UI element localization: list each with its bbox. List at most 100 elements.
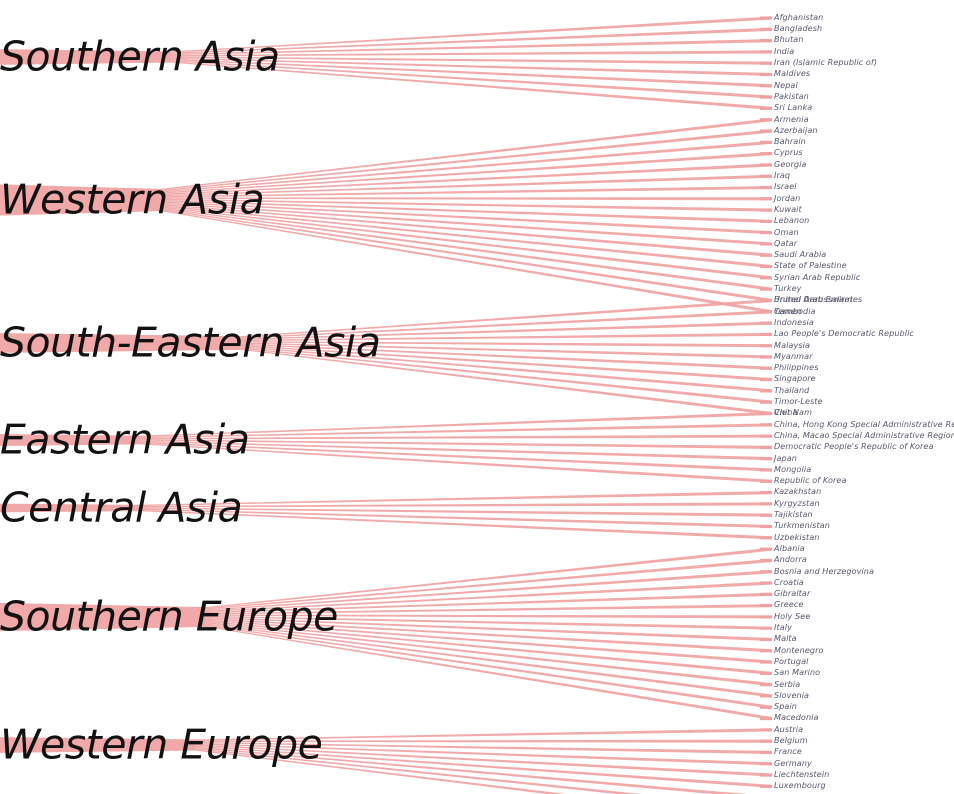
leaf-label: Albania [774,542,805,553]
leaf-tick-southern-europe-13 [760,694,772,698]
leaf-label: China, Macao Special Administrative Regi… [774,429,954,440]
region-label-central-asia: Central Asia [0,483,243,532]
leaf-label: Sri Lanka [774,102,813,113]
leaf-label: Timor-Leste [774,396,823,406]
leaf-tick-southern-europe-11 [760,671,772,675]
leaf-label: Maldives [774,68,811,79]
leaf-tick-south-eastern-asia-0 [760,298,772,303]
leaf-label: Uzbekistan [774,531,820,542]
leaf-label: Armenia [774,113,809,124]
leaf-label: Italy [774,622,792,632]
leaf-label: Luxembourg [774,780,826,791]
leaf-tick-southern-europe-7 [760,626,772,630]
leaf-tick-southern-europe-5 [760,604,772,608]
leaf-tick-south-eastern-asia-6 [760,366,772,370]
leaf-label: Syrian Arab Republic [774,271,861,282]
leaf-tick-eastern-asia-2 [760,434,772,438]
leaf-label: Myanmar [774,350,813,361]
leaf-tick-southern-europe-3 [760,581,772,585]
leaf-label: Bhutan [774,34,804,45]
leaf-tick-western-europe-2 [760,750,772,755]
leaf-label: Germany [774,757,812,768]
leaf-label: Republic of Korea [774,475,847,486]
leaf-tick-eastern-asia-3 [760,445,772,449]
leaf-tick-south-eastern-asia-7 [760,378,772,382]
leaf-tick-western-asia-15 [760,287,772,291]
leaf-label: Serbia [774,678,801,689]
region-label-southern-europe: Southern Europe [0,592,338,641]
leaf-label: Israel [774,181,797,192]
leaf-label: Montenegro [774,644,824,655]
leaf-label: Bahrain [774,136,806,147]
leaf-tick-eastern-asia-1 [760,423,772,427]
leaf-label: Indonesia [774,316,814,327]
leaf-label: Croatia [774,576,804,587]
leaf-tick-southern-europe-0 [760,547,772,551]
leaf-label: Belgium [774,735,808,745]
leaf-label: Oman [774,226,799,237]
leaf-tick-central-asia-4 [760,536,772,540]
dendrogram-figure: Afghanistan Bangladesh Bhutan India Iran (Is… [0,0,954,794]
leaf-tick-south-eastern-asia-9 [760,400,772,404]
region-label-south-eastern-asia: South-Eastern Asia [0,318,381,367]
leaf-tick-western-asia-10 [760,231,772,235]
leaf-label: Qatar [774,237,798,248]
leaf-label: Mongolia [774,463,812,474]
leaf-tick-southern-asia-3 [760,50,772,54]
region-label-western-europe: Western Europe [0,720,323,769]
region-label-southern-asia: Southern Asia [0,32,280,81]
leaf-tick-eastern-asia-5 [760,468,772,472]
leaf-tick-western-asia-4 [760,163,772,167]
leaf-tick-southern-europe-12 [760,683,772,687]
leaf-label: Kuwait [774,203,802,214]
leaf-tick-western-asia-12 [760,253,772,257]
leaf-tick-southern-europe-15 [760,717,772,721]
leaf-label: Gibraltar [774,588,811,599]
leaf-label: Bangladesh [774,23,823,34]
leaf-label: Lao People's Democratic Republic [774,328,914,339]
region-label-eastern-asia: Eastern Asia [0,415,250,464]
leaf-label: Slovenia [774,689,810,700]
leaf-tick-western-europe-4 [760,773,772,777]
link-western-asia-17 [160,209,772,314]
leaf-label: France [774,746,802,757]
leaf-tick-central-asia-0 [760,491,772,495]
leaf-label: Liechtenstein [774,768,830,779]
leaf-label: Greece [774,599,804,610]
leaf-label: Malaysia [774,339,811,350]
leaf-label: Saudi Arabia [774,249,827,260]
leaf-label: Philippines [774,362,819,373]
leaf-tick-western-asia-11 [760,242,772,246]
leaf-label: Democratic People's Republic of Korea [774,441,934,452]
leaf-label: Japan [774,452,797,463]
leaf-label: Turkmenistan [774,520,830,531]
leaf-label: Spain [774,701,798,712]
leaf-tick-eastern-asia-4 [760,457,772,461]
leaf-tick-southern-asia-6 [760,84,772,88]
leaf-label: Afghanistan [774,11,824,22]
leaf-label: Thailand [774,384,810,395]
leaf-label: Azerbaijan [774,124,818,135]
leaf-tick-western-asia-13 [760,265,772,269]
leaf-tick-southern-asia-2 [760,39,772,43]
leaf-label: Pakistan [774,90,809,101]
leaf-label: State of Palestine [774,260,847,271]
leaf-tick-southern-asia-4 [760,61,772,65]
leaf-label: Austria [774,723,804,734]
leaf-label: Malta [774,633,797,644]
leaf-label: Iraq [774,170,791,180]
leaf-tick-southern-asia-0 [760,16,772,20]
leaf-tick-south-eastern-asia-8 [760,389,772,393]
leaf-tick-western-asia-6 [760,185,772,190]
leaf-label: India [774,45,795,56]
leaf-tick-western-europe-0 [760,728,772,732]
leaf-tick-south-eastern-asia-4 [760,344,772,348]
leaf-label: China [774,407,798,418]
leaf-tick-western-asia-0 [760,118,772,122]
leaf-tick-southern-europe-4 [760,592,772,596]
leaf-tick-southern-europe-2 [760,570,772,574]
leaf-label: Tajikistan [774,509,813,519]
leaf-label: Macedonia [774,712,819,723]
leaf-label: Holy See [774,610,811,621]
leaf-tick-south-eastern-asia-1 [760,310,772,314]
